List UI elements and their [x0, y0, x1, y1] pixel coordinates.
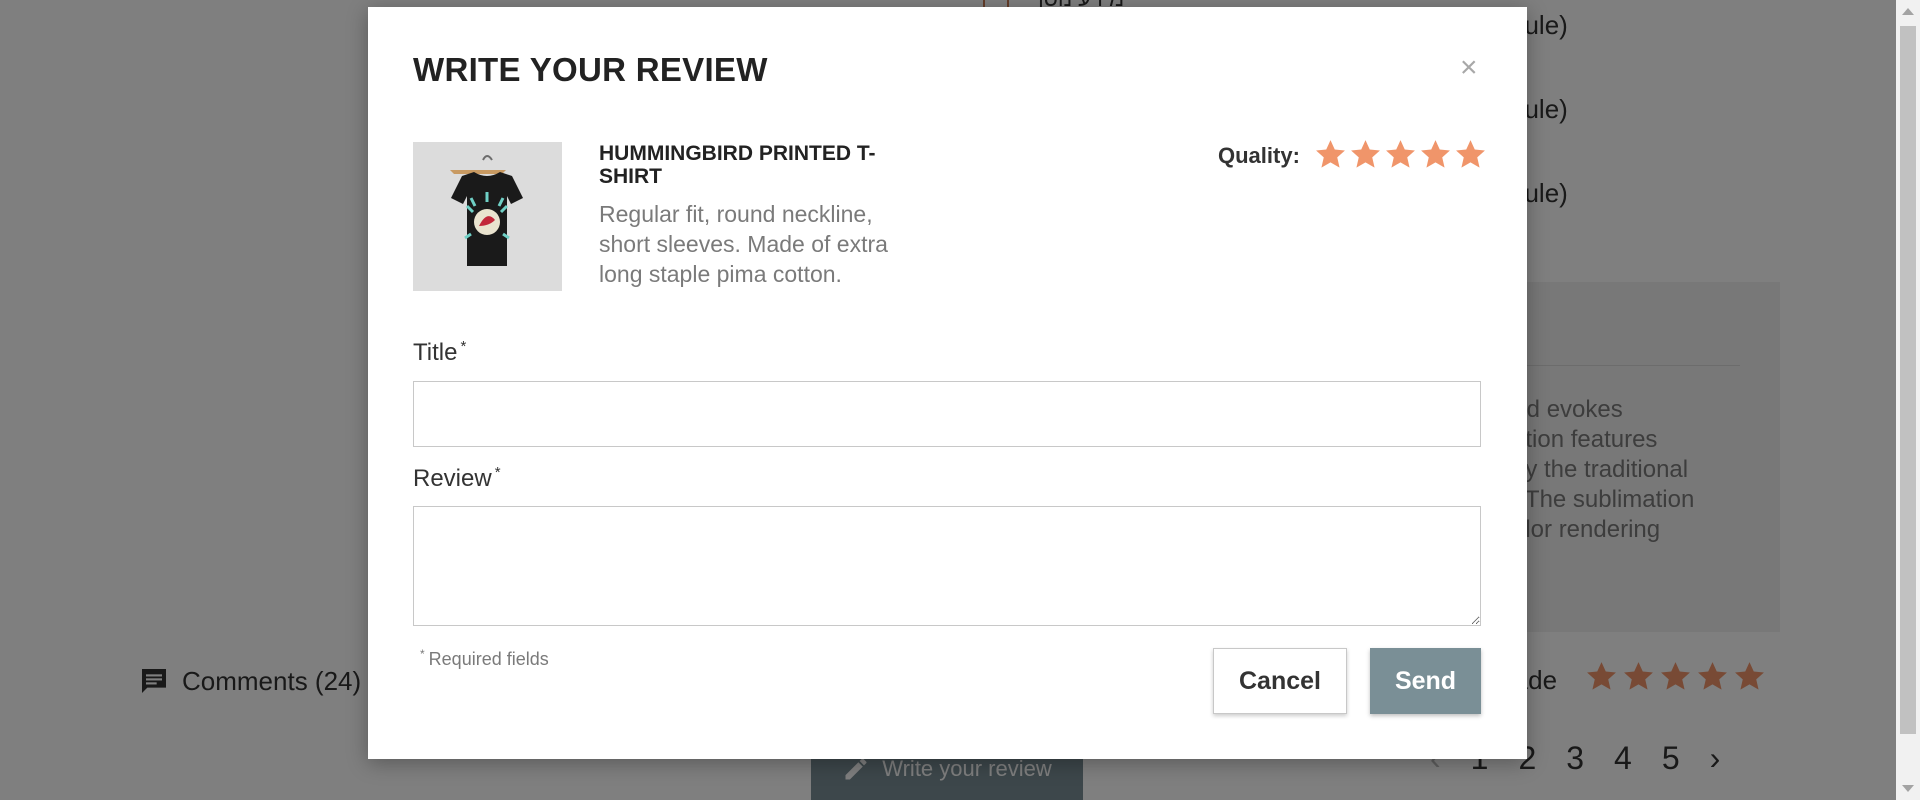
scrollbar-thumb[interactable] — [1900, 26, 1916, 734]
product-name: HUMMINGBIRD PRINTED T-SHIRT — [599, 142, 876, 188]
product-description: Regular fit, round neckline, short sleev… — [599, 201, 888, 287]
modal-title: WRITE YOUR REVIEW — [413, 51, 768, 88]
quality-label: Quality: — [1218, 143, 1300, 168]
star-icon[interactable] — [1419, 138, 1452, 171]
tshirt-image — [413, 142, 562, 291]
required-note-text: Required fields — [428, 649, 549, 669]
required-mark: * — [460, 338, 467, 355]
page-scrollbar[interactable] — [1896, 0, 1920, 800]
title-input[interactable] — [413, 381, 1481, 447]
star-icon[interactable] — [1384, 138, 1417, 171]
required-mark: * — [420, 647, 425, 661]
required-mark: * — [494, 464, 501, 481]
cancel-button[interactable]: Cancel — [1213, 648, 1347, 714]
quality-rating[interactable] — [1314, 138, 1487, 171]
review-modal: WRITE YOUR REVIEW × HUMMINGBIRD PRINTED … — [368, 7, 1527, 759]
scroll-up-icon[interactable] — [1902, 8, 1914, 15]
title-label-text: Title — [413, 339, 458, 366]
star-icon[interactable] — [1349, 138, 1382, 171]
product-image — [413, 142, 562, 291]
review-textarea[interactable] — [413, 506, 1481, 626]
send-button[interactable]: Send — [1370, 648, 1481, 714]
required-fields-note: * Required fields — [420, 647, 549, 670]
title-label: Title * — [413, 338, 466, 367]
review-label-text: Review — [413, 465, 492, 492]
star-icon[interactable] — [1314, 138, 1347, 171]
star-icon[interactable] — [1454, 138, 1487, 171]
close-icon[interactable]: × — [1460, 53, 1478, 83]
review-label: Review * — [413, 464, 501, 493]
scroll-down-icon[interactable] — [1902, 785, 1914, 792]
